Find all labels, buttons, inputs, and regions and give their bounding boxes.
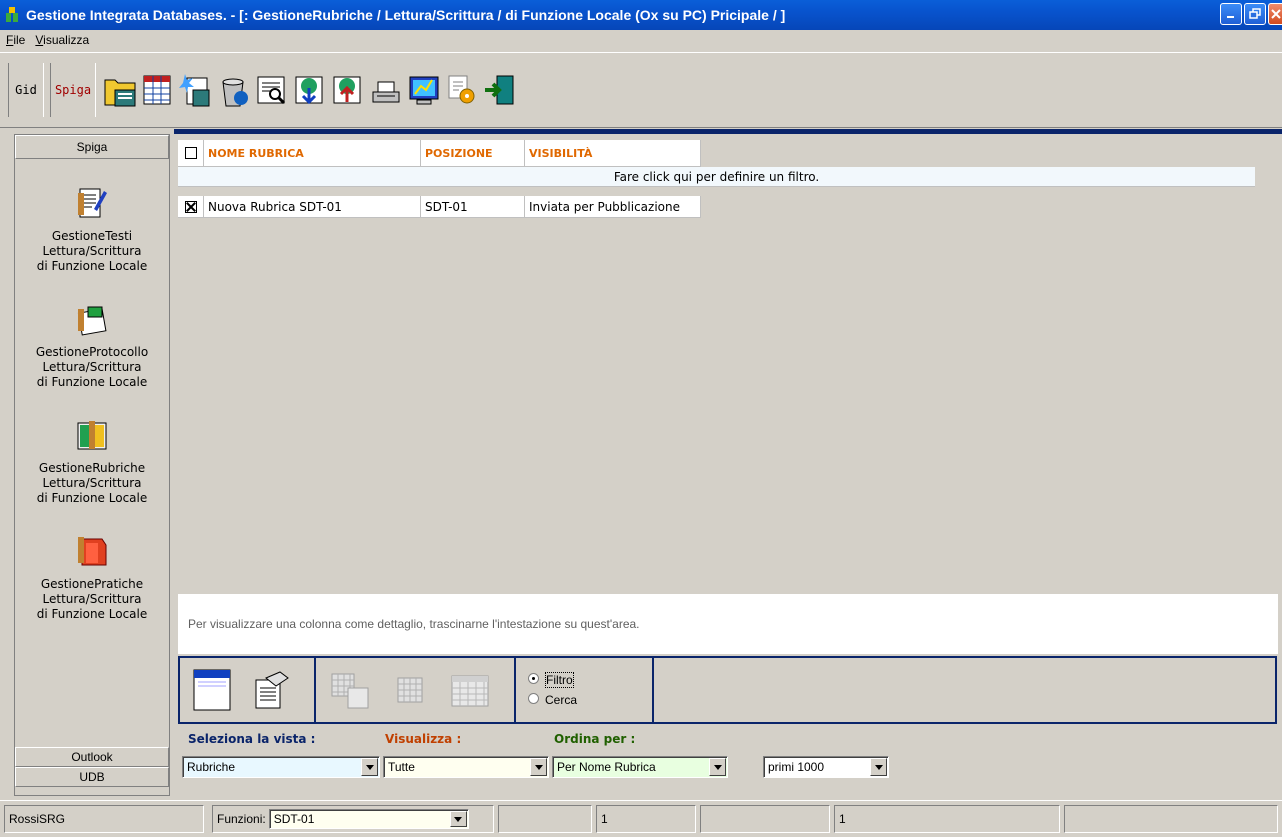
- exit-icon[interactable]: [482, 70, 518, 110]
- column-header-nome-rubrica[interactable]: NOME RUBRICA: [204, 140, 421, 167]
- tab-spiga[interactable]: Spiga: [50, 63, 96, 117]
- sidebar: Spiga GestioneTesti Lettura/Scrittura di…: [14, 134, 170, 796]
- radio-cerca[interactable]: Cerca: [528, 690, 577, 710]
- chevron-down-icon[interactable]: [530, 758, 547, 776]
- form-view-icon[interactable]: [192, 668, 232, 712]
- status-count-2: 1: [834, 805, 1060, 833]
- sidebar-item-sublabel: Lettura/Scrittura: [42, 244, 142, 258]
- status-user: RossiSRG: [4, 805, 204, 833]
- search-icon[interactable]: [254, 70, 290, 110]
- funzioni-select-value: SDT-01: [273, 812, 315, 826]
- view-selector-panel: Seleziona la vista : Visualizza : Ordina…: [178, 728, 1282, 790]
- chevron-down-icon[interactable]: [449, 811, 467, 827]
- trash-icon[interactable]: [216, 70, 252, 110]
- sidebar-item-gestionepratiche[interactable]: GestionePratiche Lettura/Scrittura di Fu…: [15, 533, 169, 622]
- data-grid: NOME RUBRICA POSIZIONE VISIBILITÀ Fare c…: [178, 140, 1278, 656]
- minimize-icon[interactable]: [1220, 3, 1242, 25]
- status-count-1: 1: [596, 805, 696, 833]
- sidebar-item-sublabel: Lettura/Scrittura: [42, 360, 142, 374]
- select-all-checkbox[interactable]: [178, 140, 204, 167]
- cell-visibilita[interactable]: Inviata per Pubblicazione: [525, 196, 701, 218]
- status-pane-empty: [498, 805, 592, 833]
- settings-icon[interactable]: [444, 70, 480, 110]
- vista-select-value: Rubriche: [187, 760, 236, 774]
- sidebar-item-label: GestioneProtocollo: [35, 345, 149, 359]
- sidebar-item-sublabel: di Funzione Locale: [36, 375, 148, 389]
- toolbar: Gid Spiga: [0, 52, 1282, 128]
- folder-book-icon: [78, 537, 107, 566]
- title-bar: Gestione Integrata Databases. - [: Gesti…: [0, 0, 1282, 30]
- sidebar-header-spiga[interactable]: Spiga: [15, 135, 169, 159]
- menu-bar: File Visualizza: [0, 30, 1282, 50]
- chevron-down-icon[interactable]: [709, 758, 726, 776]
- visualizza-select[interactable]: Tutte: [383, 756, 549, 778]
- sidebar-tab-udb[interactable]: UDB: [15, 767, 169, 787]
- sidebar-item-label: GestioneTesti: [51, 229, 133, 243]
- sidebar-item-label: GestioneRubriche: [38, 461, 146, 475]
- cell-posizione[interactable]: SDT-01: [421, 196, 525, 218]
- stamp-icon: [77, 306, 107, 336]
- view-panel: Filtro Cerca: [178, 656, 1277, 724]
- row-checkbox[interactable]: [178, 196, 204, 218]
- tab-gid[interactable]: Gid: [8, 63, 44, 117]
- header-accent-line: [174, 129, 1282, 134]
- label-visualizza: Visualizza :: [385, 732, 462, 746]
- grid-header: NOME RUBRICA POSIZIONE VISIBILITÀ: [178, 140, 701, 167]
- app-icon: [6, 7, 18, 22]
- new-document-icon[interactable]: [178, 70, 214, 110]
- table-icon[interactable]: [140, 70, 176, 110]
- sidebar-tab-outlook[interactable]: Outlook: [15, 747, 169, 767]
- status-pane-empty: [700, 805, 830, 833]
- detail-view-icon[interactable]: [252, 668, 292, 712]
- radio-filtro-label: Filtro: [545, 672, 574, 688]
- grid-detail-icon: [331, 673, 369, 709]
- menu-file[interactable]: File: [6, 33, 25, 47]
- restore-icon[interactable]: [1244, 3, 1266, 25]
- label-seleziona-vista: Seleziona la vista :: [188, 732, 316, 746]
- upload-icon[interactable]: [330, 70, 366, 110]
- ordina-select[interactable]: Per Nome Rubrica: [552, 756, 728, 778]
- ordina-select-value: Per Nome Rubrica: [557, 760, 656, 774]
- sidebar-item-sublabel: Lettura/Scrittura: [42, 592, 142, 606]
- sidebar-item-sublabel: di Funzione Locale: [36, 259, 148, 273]
- download-icon[interactable]: [292, 70, 328, 110]
- radio-filtro[interactable]: Filtro: [528, 670, 574, 690]
- radio-cerca-label: Cerca: [545, 693, 578, 707]
- funzioni-select[interactable]: SDT-01: [268, 809, 469, 829]
- document-pen-icon: [78, 188, 107, 218]
- sidebar-item-gestionerubriche[interactable]: GestioneRubriche Lettura/Scrittura di Fu…: [15, 417, 169, 506]
- label-ordina-per: Ordina per :: [554, 732, 636, 746]
- cell-nome-rubrica[interactable]: Nuova Rubrica SDT-01: [204, 196, 421, 218]
- status-pane-empty: [1064, 805, 1278, 833]
- sidebar-item-gestionetesti[interactable]: GestioneTesti Lettura/Scrittura di Funzi…: [15, 185, 169, 274]
- sidebar-item-gestioneprotocollo[interactable]: GestioneProtocollo Lettura/Scrittura di …: [15, 301, 169, 390]
- column-header-visibilita[interactable]: VISIBILITÀ: [525, 140, 701, 167]
- limit-select[interactable]: primi 1000: [763, 756, 889, 778]
- close-icon[interactable]: [1268, 3, 1282, 25]
- printer-icon[interactable]: [368, 70, 404, 110]
- visualizza-select-value: Tutte: [388, 760, 415, 774]
- menu-visualizza[interactable]: Visualizza: [35, 33, 89, 47]
- status-funzioni: Funzioni: SDT-01: [212, 805, 494, 833]
- address-book-icon: [77, 421, 107, 450]
- column-header-posizione[interactable]: POSIZIONE: [421, 140, 525, 167]
- sidebar-item-label: GestionePratiche: [40, 577, 144, 591]
- group-by-area[interactable]: Per visualizzare una colonna come dettag…: [178, 594, 1278, 654]
- vista-select[interactable]: Rubriche: [182, 756, 380, 778]
- sidebar-item-sublabel: di Funzione Locale: [36, 491, 148, 505]
- chevron-down-icon[interactable]: [361, 758, 378, 776]
- table-row[interactable]: Nuova Rubrica SDT-01 SDT-01 Inviata per …: [178, 196, 701, 218]
- filter-row[interactable]: Fare click qui per definire un filtro.: [178, 167, 1255, 187]
- grid-small-icon: [397, 677, 423, 703]
- funzioni-label: Funzioni:: [217, 812, 266, 826]
- sidebar-item-sublabel: di Funzione Locale: [36, 607, 148, 621]
- folder-icon[interactable]: [102, 70, 138, 110]
- sidebar-item-sublabel: Lettura/Scrittura: [42, 476, 142, 490]
- window-title: Gestione Integrata Databases. - [: Gesti…: [26, 7, 786, 23]
- limit-select-value: primi 1000: [768, 760, 825, 774]
- status-bar: RossiSRG Funzioni: SDT-01 1 1: [0, 800, 1282, 837]
- calendar-icon: [451, 675, 489, 707]
- chart-icon[interactable]: [406, 70, 442, 110]
- chevron-down-icon[interactable]: [870, 758, 887, 776]
